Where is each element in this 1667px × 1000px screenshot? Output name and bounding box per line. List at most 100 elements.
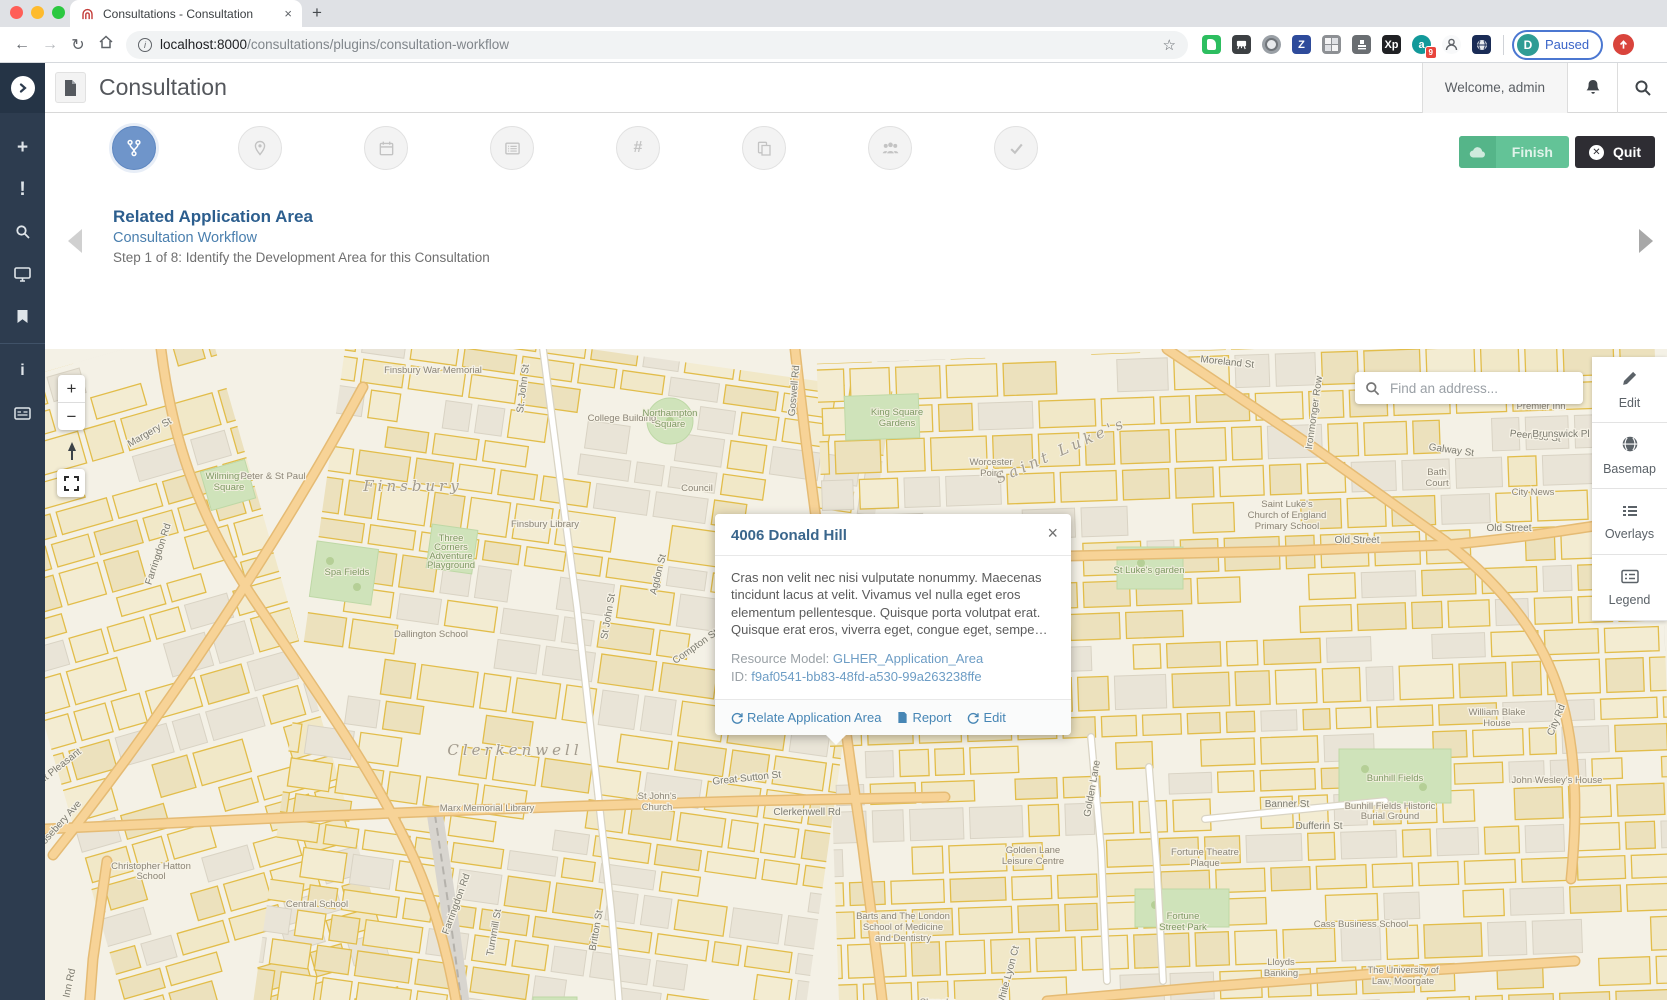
search-icon[interactable] — [0, 211, 45, 253]
popup-close-icon[interactable]: × — [1047, 524, 1058, 542]
id-card-icon[interactable] — [0, 392, 45, 434]
map-label: Burial Ground — [1361, 811, 1420, 822]
extension-persona-icon[interactable] — [1442, 35, 1461, 54]
profile-pill[interactable]: D Paused — [1512, 30, 1603, 60]
workflow-step-5-hashtag-icon[interactable]: # — [616, 126, 660, 170]
desktop-icon[interactable] — [0, 253, 45, 295]
header-search-icon[interactable] — [1617, 63, 1667, 113]
zoom-control: + − — [58, 375, 85, 430]
tab-close-icon[interactable]: × — [284, 7, 292, 20]
tab-title: Consultations - Consultation — [103, 7, 276, 21]
extension-stamp-icon[interactable] — [1352, 35, 1371, 54]
zoom-in-button[interactable]: + — [58, 375, 85, 403]
address-search-input[interactable] — [1388, 380, 1573, 397]
map-label: City News — [1512, 487, 1555, 498]
notifs-exclamation-icon[interactable]: ! — [0, 169, 45, 211]
notifications-bell-icon[interactable] — [1567, 63, 1617, 113]
map-tool-edit[interactable]: Edit — [1592, 357, 1667, 423]
workflow-step-6-copy-icon[interactable] — [742, 126, 786, 170]
zoom-out-button[interactable]: − — [58, 403, 85, 430]
resource-id-link[interactable]: f9af0541-bb83-48fd-a530-99a263238ffe — [751, 669, 981, 684]
map-search-icon — [1365, 381, 1380, 396]
browser-update-icon[interactable] — [1613, 34, 1634, 55]
map-label: Clerkenwell Rd — [773, 807, 840, 818]
minimize-window-button[interactable] — [31, 6, 44, 19]
bookmark-star-icon[interactable]: ☆ — [1163, 36, 1176, 54]
workflow-step-7-users-icon[interactable] — [868, 126, 912, 170]
map-label: Banner St — [1265, 799, 1310, 810]
reload-icon[interactable]: ↻ — [64, 35, 92, 55]
map-label: Central School — [286, 899, 348, 910]
layers-icon — [1621, 502, 1639, 521]
extension-evernote-icon[interactable] — [1202, 35, 1221, 54]
relate-icon — [731, 712, 743, 724]
toolbar-divider — [1503, 35, 1504, 55]
extension-zotero-icon[interactable]: Z — [1292, 35, 1311, 54]
workflow-step-2-pin-icon[interactable] — [238, 126, 282, 170]
map-label: Banking — [1264, 968, 1298, 979]
step-title: Related Application Area — [113, 207, 490, 227]
add-icon[interactable]: + — [0, 127, 45, 169]
workflow-strip: # Finish ✕ Quit — [45, 113, 1667, 181]
forward-icon[interactable]: → — [36, 36, 64, 54]
home-icon[interactable] — [92, 34, 120, 55]
map-label: Bunhill Fields — [1367, 773, 1424, 784]
workflow-step-1-branch-icon[interactable] — [112, 126, 156, 170]
close-window-button[interactable] — [10, 6, 23, 19]
globe-icon — [1621, 435, 1639, 456]
extension-sphere-icon[interactable] — [1262, 35, 1281, 54]
map-tool-basemap[interactable]: Basemap — [1592, 423, 1667, 489]
workflow-step-3-calendar-icon[interactable] — [364, 126, 408, 170]
map-tool-legend[interactable]: Legend — [1592, 555, 1667, 621]
resource-model-link[interactable]: GLHER_Application_Area — [833, 651, 983, 666]
workflow-step-8-check-icon[interactable] — [994, 126, 1038, 170]
extension-assistant-icon[interactable]: a9 — [1412, 35, 1431, 54]
next-step-chevron[interactable] — [1639, 229, 1653, 253]
popup-action-relate-application-area[interactable]: Relate Application Area — [731, 710, 881, 725]
circle-x-icon: ✕ — [1589, 145, 1604, 160]
quit-button[interactable]: ✕ Quit — [1575, 136, 1655, 168]
address-bar[interactable]: i localhost:8000/consultations/plugins/c… — [126, 31, 1188, 59]
map-label: Old Street — [1486, 523, 1531, 534]
previous-step-chevron[interactable] — [68, 229, 82, 253]
browser-tab[interactable]: Consultations - Consultation × — [70, 0, 302, 27]
map-label: The University of — [1367, 965, 1439, 976]
back-icon[interactable]: ← — [8, 36, 36, 54]
edit-icon — [967, 712, 979, 724]
browser-tabstrip: Consultations - Consultation × + — [0, 0, 1667, 27]
app-sidebar: + ! i — [0, 63, 45, 1000]
extension-globe-icon[interactable] — [1472, 35, 1491, 54]
finish-button[interactable]: Finish — [1459, 136, 1569, 168]
welcome-user[interactable]: Welcome, admin — [1422, 63, 1567, 113]
app-window: + ! i Consul — [0, 63, 1667, 1000]
map-label: Finsbury — [362, 477, 462, 495]
map-label: William Blake — [1468, 707, 1525, 718]
map-label: Bath — [1427, 467, 1447, 478]
sidebar-expand[interactable] — [0, 63, 45, 113]
map-label: Primary School — [1255, 521, 1319, 532]
map-label: Clerkenwell — [447, 741, 582, 759]
legend-icon — [1621, 569, 1639, 587]
map-label: Fortune — [1167, 911, 1200, 922]
bookmark-icon[interactable] — [0, 295, 45, 337]
maximize-window-button[interactable] — [52, 6, 65, 19]
resource-model-label: Resource Model: — [731, 651, 829, 666]
url-text: localhost:8000/consultations/plugins/con… — [160, 37, 1155, 52]
info-icon[interactable]: i — [0, 350, 45, 392]
fullscreen-icon[interactable] — [57, 469, 85, 497]
workflow-step-4-listalt-icon[interactable] — [490, 126, 534, 170]
map-label: Northampton — [643, 408, 698, 419]
site-info-icon[interactable]: i — [138, 38, 152, 52]
map-popup: 4006 Donald Hill × Cras non velit nec ni… — [715, 514, 1071, 735]
extension-xp-icon[interactable]: Xp — [1382, 35, 1401, 54]
new-tab-button[interactable]: + — [312, 3, 322, 23]
popup-action-report[interactable]: Report — [897, 710, 951, 725]
extension-grid-icon[interactable] — [1322, 35, 1341, 54]
popup-action-edit[interactable]: Edit — [967, 710, 1005, 725]
extension-easel-icon[interactable] — [1232, 35, 1251, 54]
compass-control[interactable] — [58, 437, 85, 464]
map-label: Peter & St Paul — [241, 471, 306, 482]
screen: Consultations - Consultation × + ← → ↻ i… — [0, 0, 1667, 1000]
map-label: Saint Luke's — [1261, 499, 1313, 510]
map-tool-overlays[interactable]: Overlays — [1592, 489, 1667, 555]
